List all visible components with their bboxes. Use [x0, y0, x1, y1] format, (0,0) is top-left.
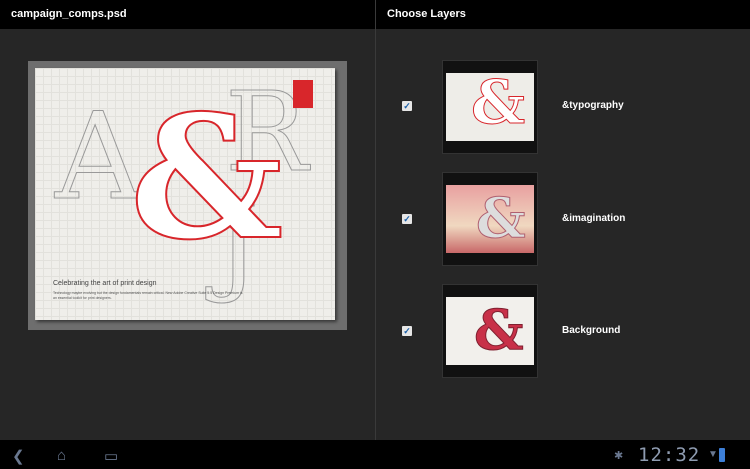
preview-artwork: A R J & Celebrating the art of print des… — [35, 68, 335, 320]
layer-checkbox[interactable]: ✓ — [402, 326, 412, 336]
debug-icon: ✱ — [614, 450, 624, 462]
layer-row[interactable]: ✓ & &imagination — [376, 172, 750, 266]
clock: 12:32 — [638, 444, 701, 466]
layer-thumbnail: & — [442, 284, 538, 378]
layer-name: Background — [562, 325, 621, 336]
panel-title: Choose Layers — [376, 0, 750, 29]
system-navigation-bar: ❮ ⌂ ▭ ✱ 12:32 ▼ — [0, 440, 750, 469]
layer-name: &imagination — [562, 213, 626, 224]
layer-thumbnail: & — [442, 172, 538, 266]
adobe-logo — [293, 80, 313, 108]
document-preview[interactable]: A R J & Celebrating the art of print des… — [28, 61, 347, 330]
layer-name: &typography — [562, 100, 624, 111]
ampersand-graphic: & — [129, 77, 284, 279]
caption: Celebrating the art of print design — [53, 280, 157, 287]
home-icon[interactable]: ⌂ — [57, 447, 66, 464]
layer-row[interactable]: ✓ & Background — [376, 284, 750, 378]
body-text: Technology maybe evolving but the design… — [53, 291, 243, 300]
battery-icon — [719, 448, 725, 462]
recent-apps-icon[interactable]: ▭ — [104, 447, 118, 465]
layer-checkbox[interactable]: ✓ — [402, 214, 412, 224]
layer-checkbox[interactable]: ✓ — [402, 101, 412, 111]
layer-row[interactable]: ✓ & &typography — [376, 60, 750, 154]
layer-thumbnail: & — [442, 60, 538, 154]
wifi-icon: ▼ — [708, 449, 718, 460]
document-title: campaign_comps.psd — [0, 0, 375, 29]
back-icon[interactable]: ❮ — [12, 447, 25, 465]
